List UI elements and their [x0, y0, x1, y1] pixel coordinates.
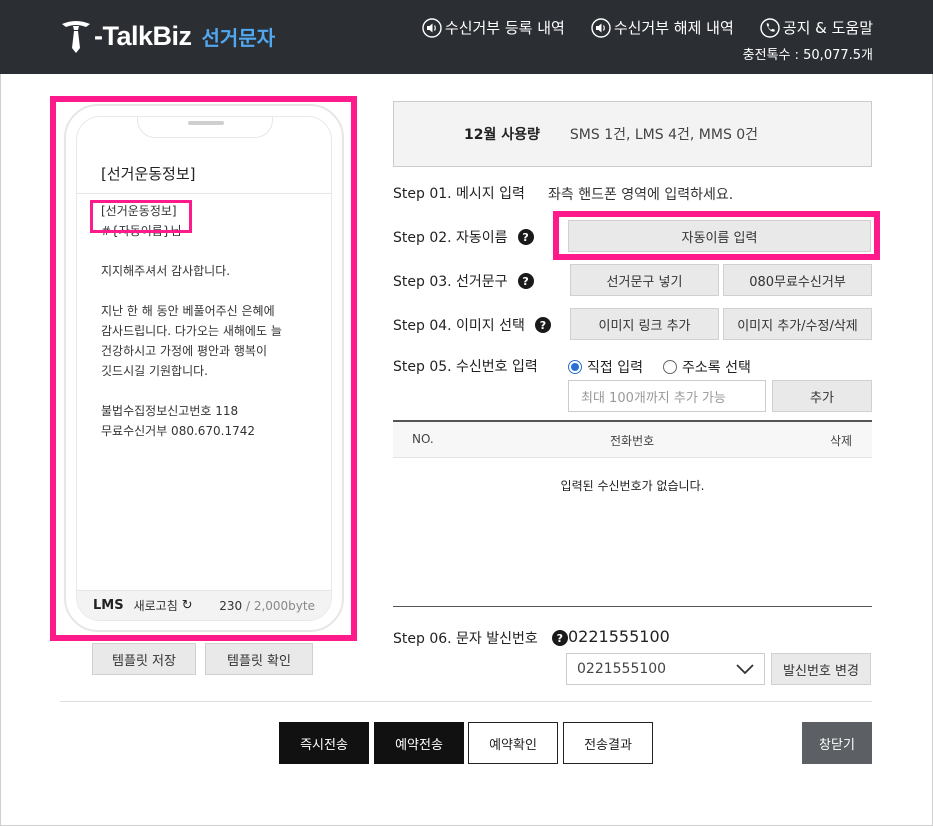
message-line: 불법수집정보신고번호 118 — [101, 404, 239, 418]
sender-select-value: 0221555100 — [577, 661, 667, 677]
add-image-link-button[interactable]: 이미지 링크 추가 — [570, 308, 719, 340]
step-04-label: Step 04. 이미지 선택 ? — [393, 315, 551, 335]
reserve-send-button[interactable]: 예약전송 — [374, 722, 464, 764]
step-03-text: Step 03. 선거문구 — [393, 274, 508, 290]
address-book-label[interactable]: 주소록 선택 — [682, 357, 751, 377]
message-line: 무료수신거부 080.670.1742 — [101, 424, 256, 438]
usage-stats: SMS 1건, LMS 4건, MMS 0건 — [569, 127, 759, 143]
step-02-label: Step 02. 자동이름 ? — [393, 227, 534, 247]
edit-image-button[interactable]: 이미지 추가/수정/삭제 — [723, 308, 872, 340]
sender-number-display: 0221555100 — [568, 627, 670, 646]
send-now-button[interactable]: 즉시전송 — [279, 722, 369, 764]
nav-reject-register[interactable]: 수신거부 등록 내역 — [422, 17, 565, 38]
title-divider — [77, 193, 331, 194]
step-01-hint: 좌측 핸드폰 영역에 입력하세요. — [548, 187, 734, 203]
message-line: 건강하시고 가정에 평안과 행복이 — [101, 344, 268, 358]
message-line: 감사드립니다. 다가오는 새해에도 늘 — [101, 324, 282, 338]
message-line — [101, 381, 321, 401]
byte-count: 230 — [219, 598, 243, 613]
auto-name-input-button[interactable]: 자동이름 입력 — [568, 220, 871, 252]
step-06-label: Step 06. 문자 발신번호 ? — [393, 628, 568, 648]
step-01-label: Step 01. 메시지 입력 — [393, 186, 525, 202]
recipient-table-header: NO. 전화번호 삭제 — [393, 422, 872, 458]
chevron-down-icon — [736, 664, 754, 675]
free-reject-080-button[interactable]: 080무료수신거부 — [723, 264, 872, 296]
step-05-label: Step 05. 수신번호 입력 — [393, 359, 538, 375]
refresh-button[interactable]: 새로고침 — [134, 597, 178, 614]
message-line: 지지해주셔서 감사합니다. — [101, 264, 231, 278]
insert-election-phrase-button[interactable]: 선거문구 넣기 — [570, 264, 719, 296]
recipient-table-empty: 입력된 수신번호가 없습니다. — [560, 479, 705, 493]
logo-subtitle: 선거문자 — [201, 25, 276, 50]
phone-icon — [760, 17, 780, 38]
nav-notice-help[interactable]: 공지 & 도움말 — [760, 17, 873, 38]
speaker-icon — [422, 17, 442, 38]
tie-logo-icon — [62, 21, 90, 53]
phone-preview: [선거운동정보] [선거운동정보] #{자동이름}님 지지해주셔서 감사합니다.… — [64, 104, 344, 632]
message-line: 지난 한 해 동안 베풀어주신 은혜에 — [101, 304, 275, 318]
reserve-check-button[interactable]: 예약확인 — [468, 722, 558, 764]
nav-notice-help-label: 공지 & 도움말 — [782, 19, 873, 37]
column-phone: 전화번호 — [610, 434, 655, 448]
phone-screen[interactable]: [선거운동정보] [선거운동정보] #{자동이름}님 지지해주셔서 감사합니다.… — [76, 116, 332, 621]
help-icon[interactable]: ? — [517, 229, 534, 245]
phone-footer: LMS 새로고침 ↻ 230 / 2,000byte — [77, 590, 331, 620]
send-result-button[interactable]: 전송결과 — [563, 722, 653, 764]
message-body[interactable]: [선거운동정보] #{자동이름}님 지지해주셔서 감사합니다. 지난 한 해 동… — [101, 201, 321, 441]
step-02-text: Step 02. 자동이름 — [393, 230, 508, 246]
help-icon[interactable]: ? — [534, 317, 551, 333]
change-sender-button[interactable]: 발신번호 변경 — [771, 653, 871, 685]
header-nav: 수신거부 등록 내역 수신거부 해제 내역 공지 & 도움말 — [422, 17, 873, 38]
message-title[interactable]: [선거운동정보] — [101, 163, 196, 184]
charge-balance: 충전톡수 : 50,077.5개 — [742, 48, 873, 63]
column-no: NO. — [412, 432, 434, 446]
table-bottom-border — [393, 606, 872, 607]
direct-input-label[interactable]: 직접 입력 — [587, 357, 643, 377]
speaker-icon — [591, 17, 611, 38]
byte-max: / 2,000byte — [242, 598, 315, 613]
refresh-icon[interactable]: ↻ — [182, 598, 193, 613]
byte-counter: 230 / 2,000byte — [219, 599, 315, 613]
step-03-label: Step 03. 선거문구 ? — [393, 271, 534, 291]
address-book-radio[interactable] — [662, 360, 677, 374]
nav-reject-register-label: 수신거부 등록 내역 — [444, 19, 565, 37]
usage-summary: 12월 사용량 SMS 1건, LMS 4건, MMS 0건 — [393, 101, 872, 167]
message-line — [101, 241, 321, 261]
message-line: 깃드시길 기원합니다. — [101, 364, 208, 378]
column-delete: 삭제 — [830, 434, 853, 448]
recipient-mode-radios: 직접 입력 주소록 선택 — [568, 357, 751, 377]
recipient-number-input[interactable]: 최대 100개까지 추가 가능 — [568, 380, 766, 412]
direct-input-radio[interactable] — [568, 360, 582, 374]
template-confirm-button[interactable]: 템플릿 확인 — [205, 643, 313, 675]
template-save-button[interactable]: 템플릿 저장 — [92, 643, 196, 675]
message-type-label: LMS — [93, 598, 124, 613]
header-bar: -TalkBiz 선거문자 수신거부 등록 내역 수신거부 해제 내역 공지 &… — [0, 0, 933, 74]
logo-text: -TalkBiz — [94, 20, 192, 51]
step-06-text: Step 06. 문자 발신번호 — [393, 631, 538, 647]
add-recipient-button[interactable]: 추가 — [772, 380, 872, 412]
nav-reject-release-label: 수신거부 해제 내역 — [613, 19, 734, 37]
template-buttons: 템플릿 저장 템플릿 확인 — [92, 643, 313, 675]
bottom-divider — [60, 701, 872, 702]
step-04-text: Step 04. 이미지 선택 — [393, 318, 525, 334]
auto-name-highlight-box — [90, 200, 192, 233]
sender-number-select[interactable]: 0221555100 — [566, 653, 765, 685]
message-line — [101, 281, 321, 301]
help-icon[interactable]: ? — [551, 630, 568, 646]
phone-notch — [137, 117, 273, 138]
help-icon[interactable]: ? — [517, 273, 534, 289]
close-window-button[interactable]: 창닫기 — [802, 722, 872, 764]
logo: -TalkBiz 선거문자 — [60, 14, 275, 58]
nav-reject-release[interactable]: 수신거부 해제 내역 — [591, 17, 734, 38]
usage-month: 12월 사용량 — [464, 127, 540, 143]
